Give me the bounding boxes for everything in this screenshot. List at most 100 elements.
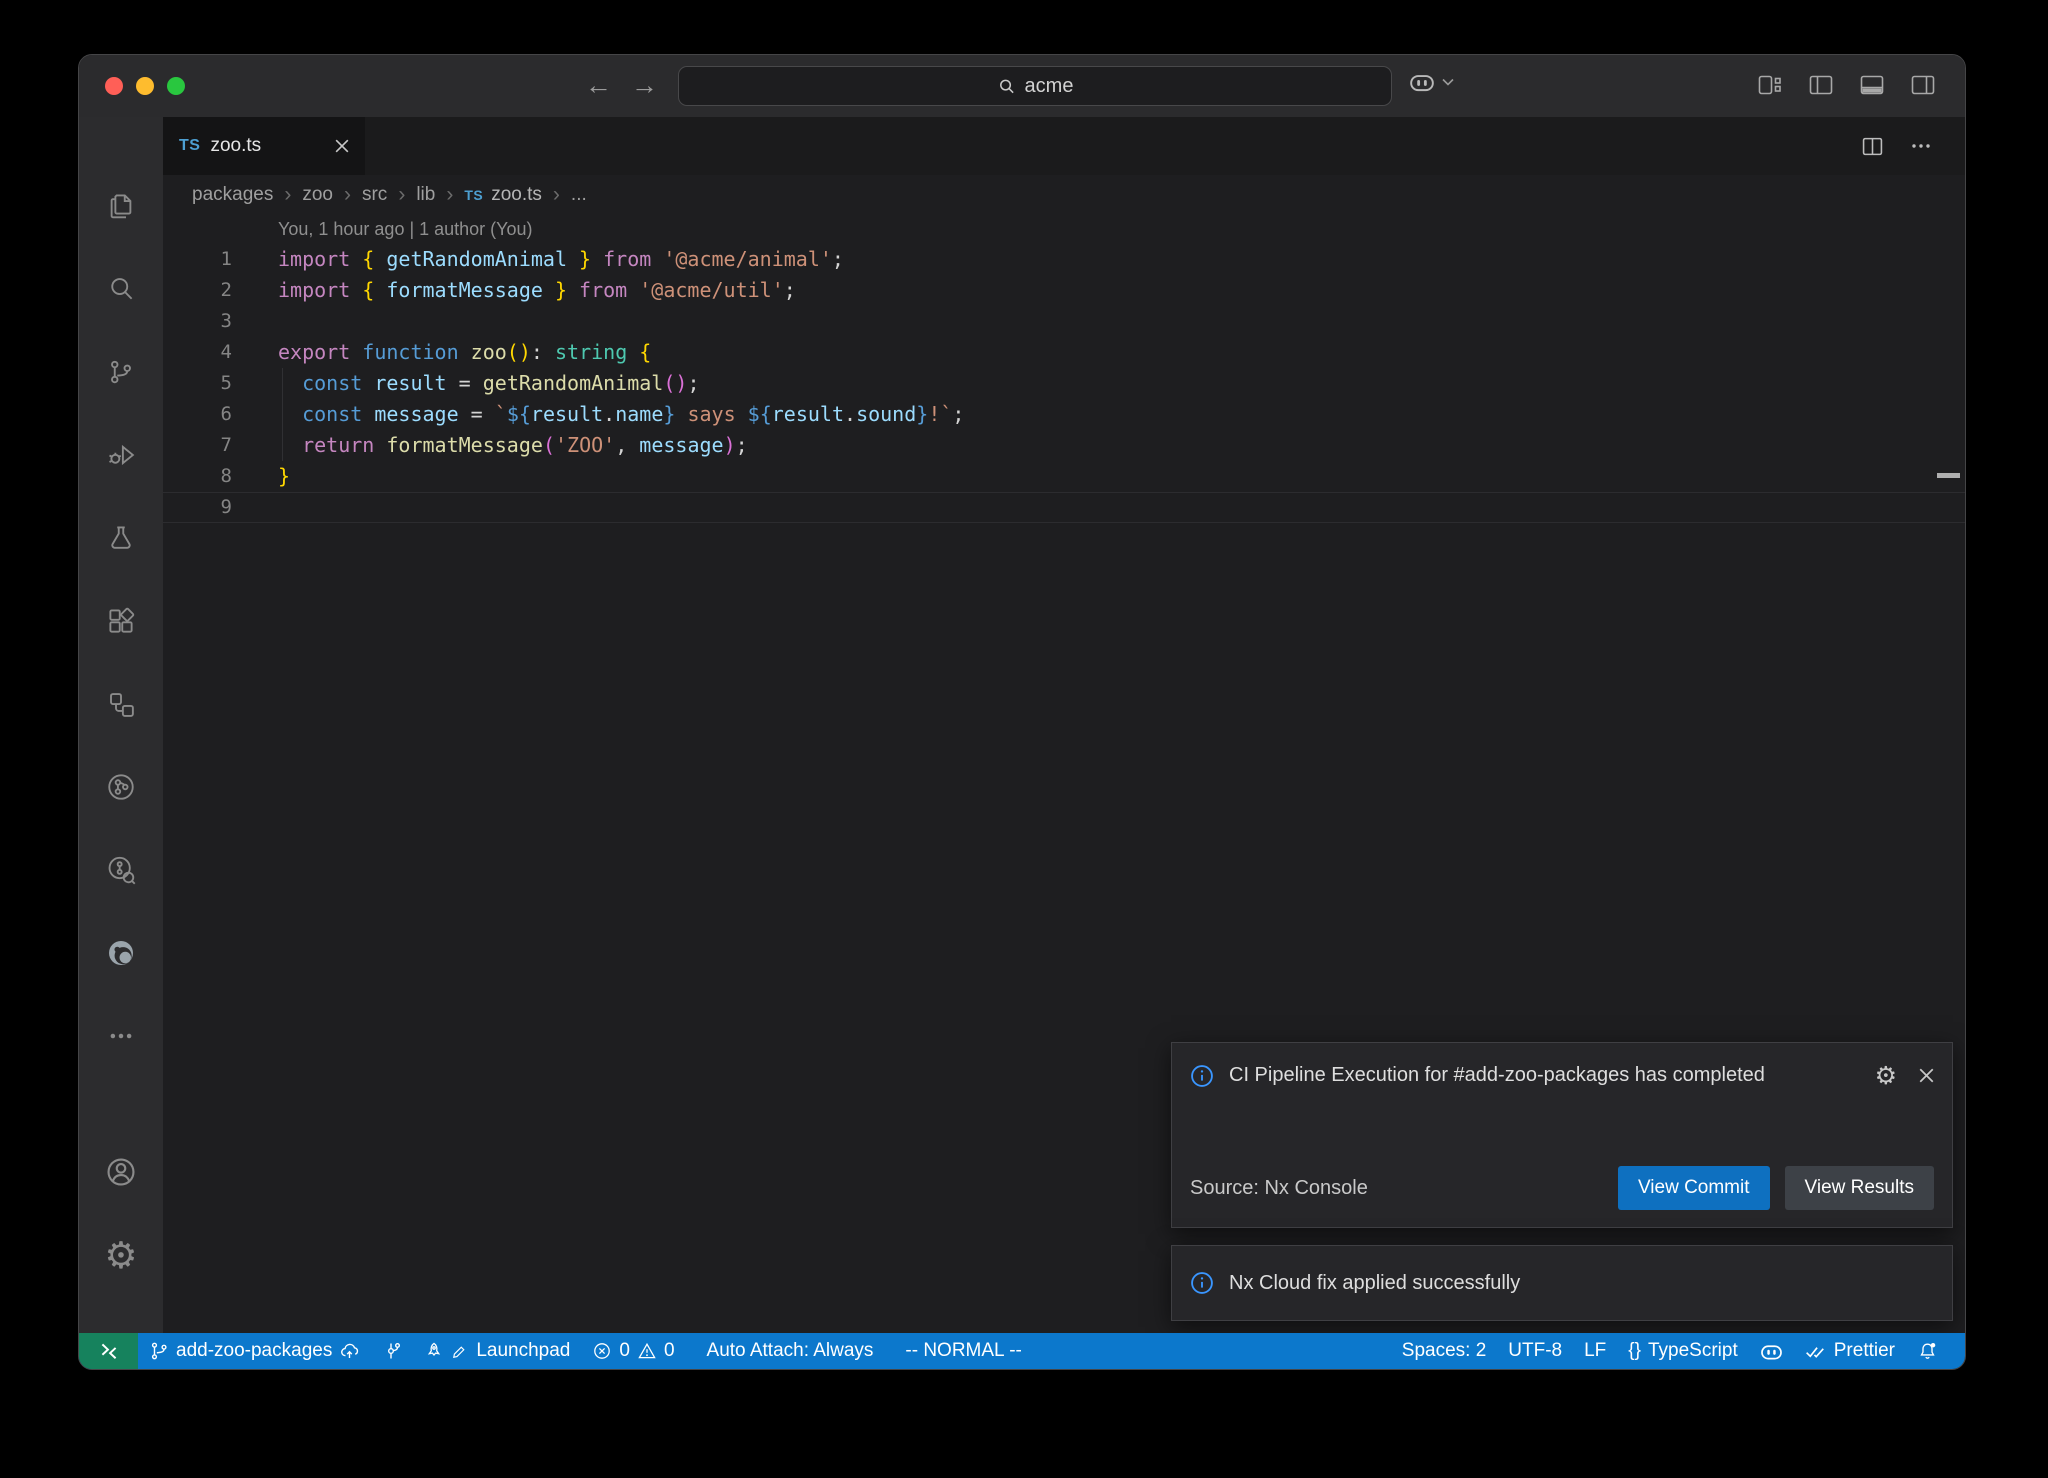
eol-status-item[interactable]: LF bbox=[1573, 1333, 1617, 1369]
code-line-7[interactable]: return formatMessage('ZOO', message); bbox=[232, 430, 1965, 461]
line-number[interactable]: 8 bbox=[163, 461, 232, 492]
extensions-icon[interactable] bbox=[96, 596, 146, 646]
code-line-8[interactable]: } bbox=[232, 461, 1965, 492]
overview-ruler-marker bbox=[1937, 473, 1960, 478]
vscode-window: ← → acme bbox=[78, 54, 1966, 1370]
search-input[interactable]: acme bbox=[678, 66, 1392, 106]
code-line-9[interactable] bbox=[232, 492, 1965, 523]
branch-status-item[interactable]: add-zoo-packages bbox=[138, 1333, 371, 1369]
typescript-file-icon: TS bbox=[464, 187, 483, 203]
launchpad-status-item[interactable]: Launchpad bbox=[413, 1333, 581, 1369]
zoom-window-button[interactable] bbox=[167, 77, 185, 95]
code-line-4[interactable]: export function zoo(): string { bbox=[232, 337, 1965, 368]
toggle-primary-sidebar-button[interactable] bbox=[1809, 75, 1833, 95]
run-debug-icon[interactable] bbox=[96, 430, 146, 480]
search-view-icon[interactable] bbox=[96, 264, 146, 314]
tab-bar: TS zoo.ts bbox=[163, 117, 1965, 175]
copilot-menu-button[interactable] bbox=[1409, 71, 1454, 93]
code-line-6[interactable]: const message = `${result.name} says ${r… bbox=[232, 399, 1965, 430]
testing-icon[interactable] bbox=[96, 513, 146, 563]
notification-source: Source: Nx Console bbox=[1190, 1177, 1368, 1200]
rocket-icon bbox=[424, 1341, 444, 1361]
breadcrumb-item[interactable]: zoo bbox=[302, 184, 333, 206]
line-number[interactable]: 7 bbox=[163, 430, 232, 461]
remote-indicator[interactable] bbox=[79, 1333, 138, 1369]
graph-icon bbox=[382, 1341, 402, 1361]
git-branch-icon bbox=[149, 1341, 169, 1361]
breadcrumb-file[interactable]: TS zoo.ts bbox=[464, 184, 542, 206]
more-actions-icon[interactable] bbox=[1911, 143, 1931, 149]
notification-message: CI Pipeline Execution for #add-zoo-packa… bbox=[1229, 1060, 1789, 1091]
toggle-secondary-sidebar-button[interactable] bbox=[1911, 75, 1935, 95]
info-icon bbox=[1190, 1060, 1214, 1088]
typescript-file-icon: TS bbox=[179, 137, 200, 155]
line-number[interactable]: 6 bbox=[163, 399, 232, 430]
indentation-status-item[interactable]: Spaces: 2 bbox=[1391, 1333, 1498, 1369]
breadcrumb-item[interactable]: lib bbox=[416, 184, 435, 206]
code-line-3[interactable] bbox=[232, 306, 1965, 337]
source-control-icon[interactable] bbox=[96, 347, 146, 397]
customize-layout-button[interactable] bbox=[1758, 75, 1782, 95]
close-window-button[interactable] bbox=[105, 77, 123, 95]
copilot-status-item[interactable] bbox=[1749, 1333, 1794, 1369]
notifications-bell-item[interactable] bbox=[1906, 1333, 1949, 1369]
breadcrumb-tail[interactable]: ... bbox=[571, 184, 587, 206]
gutter[interactable]: 123456789 bbox=[163, 215, 232, 1333]
language-mode-status-item[interactable]: {} TypeScript bbox=[1617, 1333, 1748, 1369]
account-icon[interactable] bbox=[96, 1147, 146, 1197]
breadcrumb-item[interactable]: packages bbox=[192, 184, 273, 206]
tab-zoo-ts[interactable]: TS zoo.ts bbox=[163, 117, 365, 175]
search-value: acme bbox=[1025, 75, 1074, 98]
line-number[interactable]: 5 bbox=[163, 368, 232, 399]
hierarchy-icon[interactable] bbox=[96, 679, 146, 729]
problems-status-item[interactable]: 0 0 bbox=[581, 1333, 685, 1369]
code-line-2[interactable]: import { formatMessage } from '@acme/uti… bbox=[232, 275, 1965, 306]
chevron-right-icon: › bbox=[446, 183, 453, 207]
split-editor-icon[interactable] bbox=[1862, 137, 1883, 156]
edge-browser-icon[interactable] bbox=[96, 928, 146, 978]
view-results-button[interactable]: View Results bbox=[1785, 1166, 1934, 1210]
line-number[interactable]: 2 bbox=[163, 275, 232, 306]
more-views-icon[interactable] bbox=[96, 1011, 146, 1061]
remote-icon bbox=[98, 1340, 120, 1362]
cloud-upload-icon bbox=[339, 1341, 360, 1361]
error-count: 0 bbox=[619, 1340, 630, 1362]
code-line-5[interactable]: const result = getRandomAnimal(); bbox=[232, 368, 1965, 399]
notification-message: Nx Cloud fix applied successfully bbox=[1229, 1272, 1520, 1295]
settings-gear-icon[interactable]: ⚙ bbox=[96, 1230, 146, 1280]
status-bar: add-zoo-packages Launchpad bbox=[79, 1333, 1965, 1369]
notification-close-icon[interactable] bbox=[1919, 1068, 1934, 1083]
minimize-window-button[interactable] bbox=[136, 77, 154, 95]
pencil-icon bbox=[451, 1342, 469, 1360]
code-line-1[interactable]: import { getRandomAnimal } from '@acme/a… bbox=[232, 244, 1965, 275]
line-number[interactable]: 9 bbox=[163, 492, 232, 523]
info-icon bbox=[1190, 1271, 1214, 1295]
notification-settings-icon[interactable]: ⚙ bbox=[1875, 1063, 1897, 1088]
chevron-down-icon bbox=[1442, 78, 1454, 86]
commit-graph-button[interactable] bbox=[371, 1333, 413, 1369]
copilot-icon bbox=[1409, 71, 1435, 93]
breadcrumb: packages › zoo › src › lib › TS zoo.ts ›… bbox=[163, 175, 1965, 215]
launchpad-label: Launchpad bbox=[476, 1340, 570, 1362]
double-check-icon bbox=[1805, 1342, 1827, 1360]
commit-graph-search-icon[interactable] bbox=[96, 845, 146, 895]
encoding-status-item[interactable]: UTF-8 bbox=[1497, 1333, 1573, 1369]
vim-mode-status-item[interactable]: -- NORMAL -- bbox=[894, 1333, 1032, 1369]
nx-cloud-branch-circle-icon[interactable] bbox=[96, 762, 146, 812]
toggle-panel-button[interactable] bbox=[1860, 75, 1884, 95]
line-number[interactable]: 4 bbox=[163, 337, 232, 368]
auto-attach-status-item[interactable]: Auto Attach: Always bbox=[696, 1333, 885, 1369]
error-icon bbox=[592, 1341, 612, 1361]
breadcrumb-item[interactable]: src bbox=[362, 184, 387, 206]
navigate-back-button[interactable]: ← bbox=[585, 69, 612, 101]
formatter-status-item[interactable]: Prettier bbox=[1794, 1333, 1906, 1369]
navigate-forward-button[interactable]: → bbox=[631, 69, 658, 101]
close-tab-icon[interactable] bbox=[335, 139, 349, 153]
line-number[interactable]: 3 bbox=[163, 306, 232, 337]
chevron-right-icon: › bbox=[553, 183, 560, 207]
explorer-icon[interactable] bbox=[96, 181, 146, 231]
branch-name: add-zoo-packages bbox=[176, 1340, 332, 1362]
line-number[interactable]: 1 bbox=[163, 244, 232, 275]
view-commit-button[interactable]: View Commit bbox=[1618, 1166, 1770, 1210]
activity-bar: ⚙ bbox=[79, 117, 163, 1333]
